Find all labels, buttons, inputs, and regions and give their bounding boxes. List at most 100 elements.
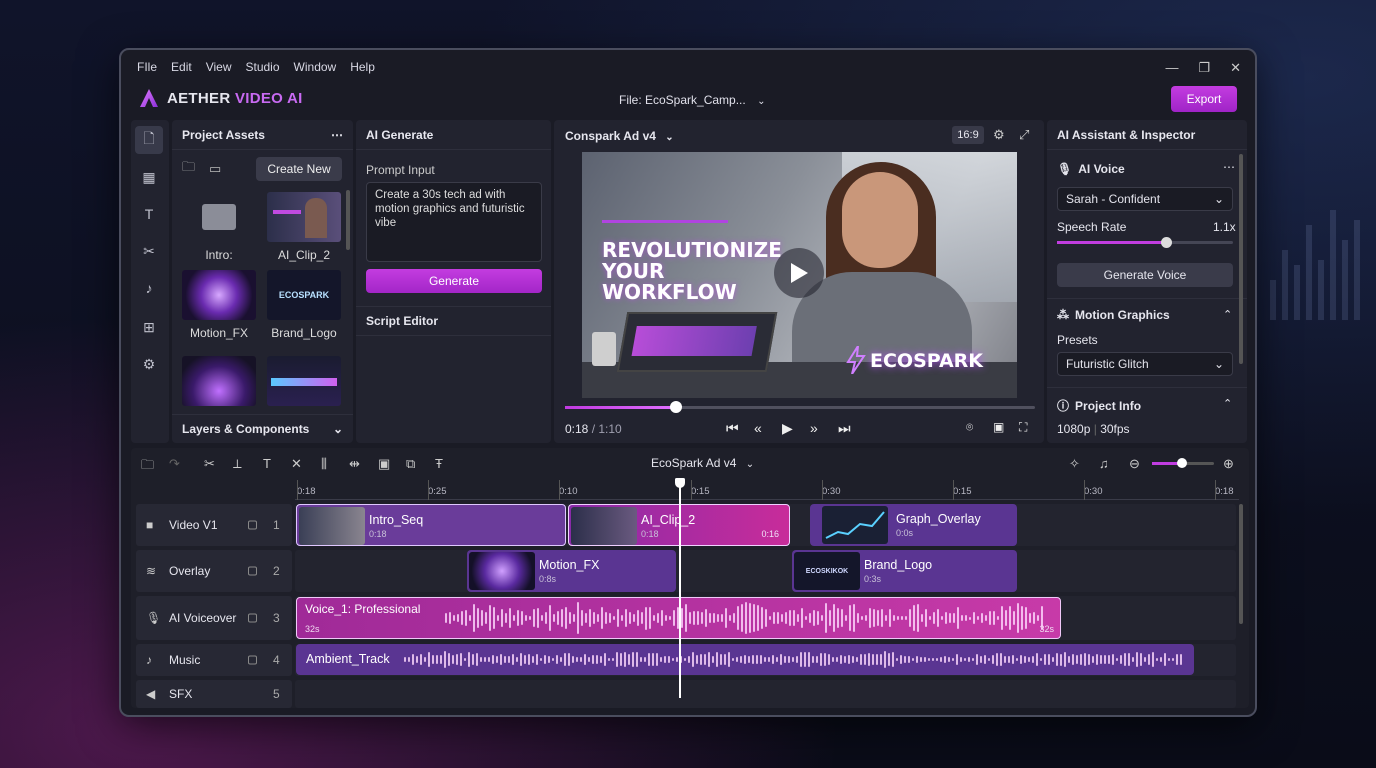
lock-icon[interactable] — [248, 655, 257, 665]
layers-components-header[interactable]: Layers & Components ⌄ — [172, 414, 353, 442]
skip-end-icon[interactable]: ⏭ — [838, 420, 851, 437]
slider-knob[interactable] — [1161, 237, 1173, 248]
zoom-slider[interactable] — [1152, 458, 1214, 468]
cut-icon[interactable]: ✂ — [204, 456, 215, 472]
audio-mix-icon[interactable]: ♫ — [1099, 456, 1109, 471]
menu-studio[interactable]: Studio — [246, 60, 280, 74]
export-button[interactable]: Export — [1171, 86, 1237, 112]
lock-icon[interactable] — [248, 613, 257, 623]
document-icon[interactable]: 🗋 — [135, 126, 163, 154]
time-ruler[interactable]: 0:18 0:25 0:10 0:15 0:30 0:15 0:30 0:18 — [295, 478, 1239, 500]
playback-scrubber[interactable] — [565, 401, 1035, 413]
rewind-icon[interactable]: « — [754, 420, 762, 436]
asset-tile-waveform[interactable] — [267, 356, 341, 406]
audio-icon[interactable]: ♪ — [135, 274, 163, 302]
prompt-input[interactable]: Create a 30s tech ad with motion graphic… — [366, 182, 542, 262]
clip-ambient-track[interactable]: Ambient_Track — [296, 644, 1194, 675]
asset-tile-intro[interactable]: Intro: — [182, 192, 256, 262]
generate-button[interactable]: Generate — [366, 269, 542, 293]
settings-icon[interactable]: ⚙ — [135, 350, 163, 378]
skip-start-icon[interactable]: ⏮ — [726, 420, 739, 437]
voice-select[interactable]: Sarah - Confident ⌄ — [1057, 187, 1233, 211]
sync-icon[interactable]: ⧉ — [406, 456, 415, 472]
text-tool-icon[interactable]: T — [263, 456, 271, 471]
folder-icon[interactable]: 🗀 — [141, 456, 154, 478]
generate-voice-button[interactable]: Generate Voice — [1057, 263, 1233, 287]
redo-icon[interactable]: ↷ — [169, 456, 180, 472]
marker-icon[interactable]: ▣ — [378, 456, 390, 472]
script-editor-header[interactable]: Script Editor — [356, 306, 551, 336]
clear-text-icon[interactable]: Ŧ — [435, 456, 443, 471]
preset-select[interactable]: Futuristic Glitch ⌄ — [1057, 352, 1233, 376]
ripple-icon[interactable]: ⇹ — [349, 456, 360, 472]
file-dropdown[interactable]: File: EcoSpark_Camp... ⌄ — [619, 93, 765, 107]
magic-icon[interactable]: ✧ — [1069, 456, 1080, 472]
track-header-music[interactable]: ♪ Music 4 — [136, 644, 292, 676]
clip-intro-seq[interactable]: Intro_Seq 0:18 — [296, 504, 566, 546]
restore-icon[interactable]: ❐ — [1198, 60, 1210, 76]
track-header-overlay[interactable]: ≋ Overlay 2 — [136, 550, 292, 592]
scrubber-knob[interactable] — [669, 401, 682, 413]
minimize-icon[interactable]: — — [1165, 60, 1178, 76]
transitions-icon[interactable]: ✂ — [135, 237, 163, 265]
play-overlay-icon[interactable] — [774, 248, 824, 298]
project-info-section-header[interactable]: ⓘ Project Info — [1057, 397, 1141, 414]
zoom-in-icon[interactable]: ⊕ — [1223, 456, 1234, 472]
create-new-button[interactable]: Create New — [256, 157, 342, 181]
menu-edit[interactable]: Edit — [171, 60, 192, 74]
playhead[interactable] — [679, 480, 681, 698]
transition-icon[interactable]: ✕ — [291, 456, 302, 472]
clip-brand-logo[interactable]: ECOSKIKOK Brand_Logo 0:3s — [792, 550, 1017, 592]
asset-tile-hologram[interactable] — [182, 356, 256, 406]
clip-motion-fx[interactable]: Motion_FX 0:8s — [467, 550, 676, 592]
menu-help[interactable]: Help — [350, 60, 375, 74]
lock-icon[interactable] — [248, 520, 257, 530]
menu-view[interactable]: View — [206, 60, 232, 74]
open-folder-icon[interactable]: 🗀 — [182, 158, 195, 180]
waveform-bar — [652, 652, 654, 667]
expand-icon[interactable]: ⛶ — [1019, 420, 1027, 435]
assets-scrollbar[interactable] — [346, 190, 350, 250]
snapshot-icon[interactable]: ⌾ — [966, 420, 973, 435]
aspect-ratio-badge[interactable]: 16:9 — [952, 126, 984, 144]
chevron-up-icon[interactable]: ⌃ — [1223, 397, 1232, 410]
waveform-bar — [573, 613, 575, 623]
chevron-up-icon[interactable]: ⌃ — [1223, 308, 1232, 321]
fullscreen-icon[interactable]: ⤢ — [1019, 127, 1029, 143]
more-icon[interactable]: ⋯ — [331, 128, 343, 142]
zoom-out-icon[interactable]: ⊖ — [1129, 456, 1140, 472]
playhead-handle[interactable] — [675, 478, 685, 488]
media-grid-icon[interactable]: ▦ — [135, 163, 163, 191]
asset-tile-ai-clip-2[interactable]: AI_Clip_2 — [267, 192, 341, 262]
menu-file[interactable]: FIle — [137, 60, 157, 74]
lock-icon[interactable] — [248, 566, 257, 576]
folder-icon[interactable]: ▭ — [209, 161, 221, 177]
track-header-ai-voiceover[interactable]: 🎙 AI Voiceover 3 — [136, 596, 292, 640]
zoom-knob[interactable] — [1176, 458, 1187, 468]
more-icon[interactable]: ⋯ — [1223, 160, 1235, 174]
clip-graph-overlay[interactable]: Graph_Overlay 0:0s — [810, 504, 1017, 546]
timeline-v-scrollbar[interactable] — [1239, 504, 1243, 624]
track-header-video-v1[interactable]: ■ Video V1 1 — [136, 504, 292, 546]
import-icon[interactable]: ⊞ — [135, 313, 163, 341]
captions-icon[interactable]: ▣ — [993, 420, 1004, 434]
inspector-scrollbar[interactable] — [1239, 154, 1243, 364]
play-icon[interactable]: ▶ — [782, 420, 793, 437]
video-frame[interactable]: REVOLUTIONIZE YOUR WORKFLOW ECOSPARK — [582, 152, 1017, 398]
trim-icon[interactable]: ⟂ — [233, 456, 242, 472]
motion-graphics-section-header[interactable]: ⁂ Motion Graphics — [1057, 308, 1170, 322]
waveform-bar — [525, 614, 527, 622]
text-tool-icon[interactable]: T — [135, 200, 163, 228]
speech-rate-slider[interactable] — [1057, 237, 1233, 248]
track-header-sfx[interactable]: ◀ SFX 5 — [136, 680, 292, 708]
asset-tile-brand-logo[interactable]: ECOSPARK Brand_Logo — [267, 270, 341, 340]
close-icon[interactable]: ✕ — [1230, 60, 1241, 76]
sequence-dropdown[interactable]: Conspark Ad v4 ⌄ — [565, 129, 674, 143]
waveform-bar — [805, 616, 807, 620]
split-icon[interactable]: ⫼ — [321, 456, 327, 472]
asset-tile-motion-fx[interactable]: Motion_FX — [182, 270, 256, 340]
menu-window[interactable]: Window — [294, 60, 337, 74]
fast-forward-icon[interactable]: » — [810, 420, 818, 436]
timeline-title-dropdown[interactable]: EcoSpark Ad v4 ⌄ — [651, 456, 754, 470]
gear-icon[interactable]: ⚙ — [993, 127, 1005, 143]
